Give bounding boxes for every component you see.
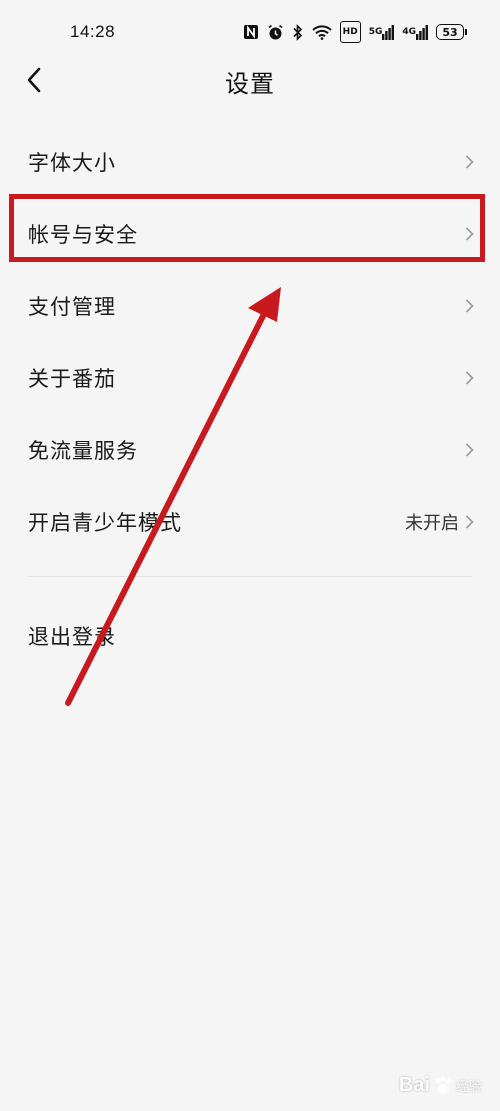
chevron-right-icon — [465, 514, 474, 530]
menu-item-label: 免流量服务 — [28, 439, 138, 463]
menu-item-label: 关于番茄 — [28, 367, 116, 391]
paw-icon — [435, 1075, 451, 1094]
battery-level: 53 — [442, 25, 458, 39]
chevron-right-icon — [465, 370, 474, 386]
signal-4g-icon: 4G — [402, 22, 428, 42]
settings-screen: 14:28 HD 5G 4G 53 设置 字体大小 帐号与安全 支付管理 关于番… — [0, 0, 500, 1111]
bluetooth-icon — [292, 22, 304, 42]
menu-item-font-size[interactable]: 字体大小 — [0, 126, 500, 198]
watermark: Bai 经验 — [399, 1074, 482, 1097]
page-title: 设置 — [225, 69, 275, 98]
menu-item-payment[interactable]: 支付管理 — [0, 270, 500, 342]
divider — [28, 576, 472, 577]
header: 设置 — [0, 50, 500, 112]
menu-item-teen-mode[interactable]: 开启青少年模式 未开启 — [0, 486, 500, 558]
menu-item-free-data[interactable]: 免流量服务 — [0, 414, 500, 486]
network-5g-label: 5G — [368, 27, 383, 37]
menu-item-label: 支付管理 — [28, 295, 116, 319]
status-time: 14:28 — [70, 22, 116, 41]
menu-item-about[interactable]: 关于番茄 — [0, 342, 500, 414]
signal-5g-icon: 5G — [369, 22, 395, 42]
wifi-icon — [311, 22, 332, 42]
teen-mode-status: 未开启 — [405, 513, 459, 534]
menu-item-label: 开启青少年模式 — [28, 511, 182, 535]
chevron-right-icon — [465, 298, 474, 314]
battery-icon: 53 — [436, 24, 467, 40]
hd-icon: HD — [339, 21, 361, 43]
back-button[interactable] — [12, 58, 56, 102]
chevron-left-icon — [27, 67, 41, 93]
watermark-brand: Bai — [398, 1074, 430, 1096]
menu-item-account-security[interactable]: 帐号与安全 — [0, 198, 500, 270]
network-4g-label: 4G — [402, 27, 416, 37]
status-icons: HD 5G 4G 53 — [243, 21, 467, 43]
logout-label: 退出登录 — [28, 625, 116, 649]
watermark-sub: 经验 — [455, 1079, 482, 1094]
nfc-icon — [243, 22, 259, 42]
alarm-icon — [267, 22, 284, 42]
menu-item-label: 帐号与安全 — [28, 223, 138, 247]
chevron-right-icon — [465, 442, 474, 458]
chevron-right-icon — [465, 226, 474, 242]
chevron-right-icon — [465, 154, 474, 170]
menu-item-label: 字体大小 — [28, 151, 116, 175]
logout-button[interactable]: 退出登录 — [0, 600, 500, 672]
settings-menu: 字体大小 帐号与安全 支付管理 关于番茄 免流量服务 开启青少年模式 未开启 — [0, 126, 500, 558]
